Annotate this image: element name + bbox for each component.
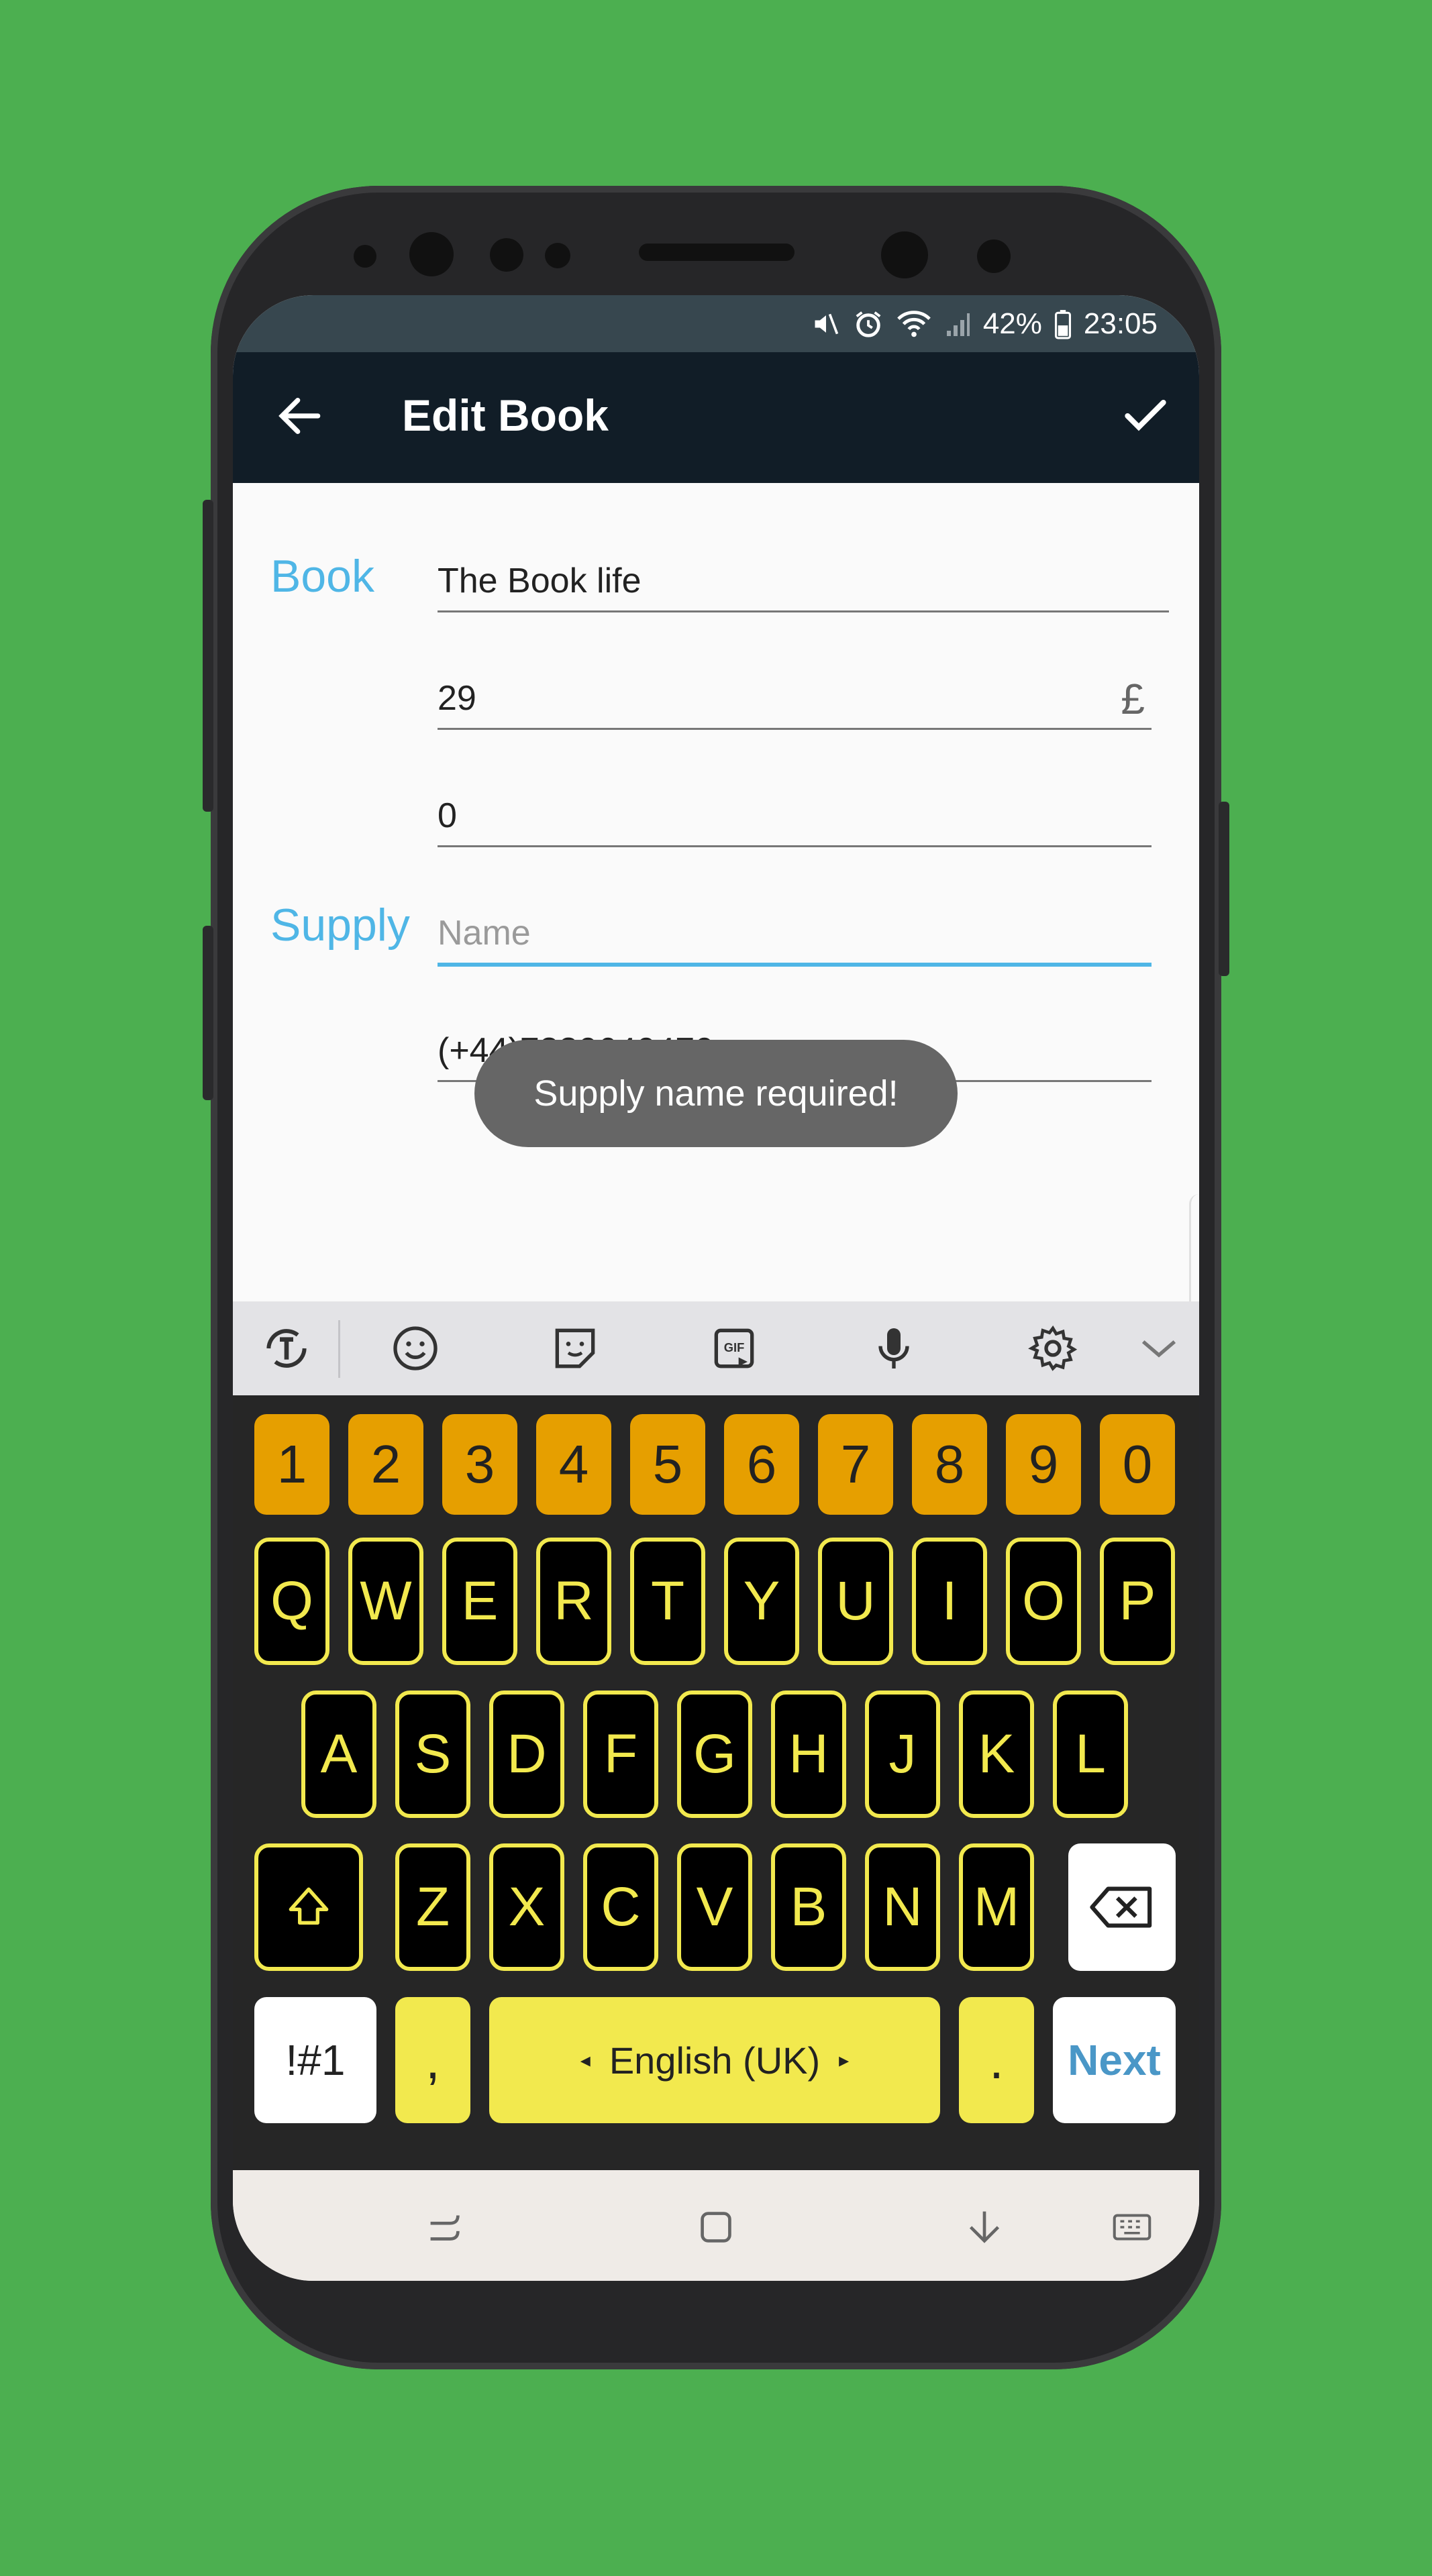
sensor-dot — [977, 239, 1011, 273]
key-p[interactable]: P — [1100, 1538, 1175, 1665]
key-n[interactable]: N — [865, 1843, 940, 1971]
keyboard-toolbar: GIF — [233, 1301, 1199, 1395]
key-6[interactable]: 6 — [724, 1414, 799, 1515]
supply-name-placeholder: Name — [438, 914, 531, 953]
toolbar-divider — [338, 1320, 340, 1378]
backspace-key[interactable] — [1068, 1843, 1176, 1971]
key-t[interactable]: T — [630, 1538, 705, 1665]
key-z[interactable]: Z — [395, 1843, 470, 1971]
key-k[interactable]: K — [959, 1690, 1034, 1818]
space-key-label: English (UK) — [609, 2039, 821, 2082]
key-s[interactable]: S — [395, 1690, 470, 1818]
backspace-icon — [1090, 1886, 1152, 1928]
book-name-value: The Book life — [438, 561, 642, 600]
book-name-field[interactable]: The Book life — [438, 537, 1169, 612]
key-l[interactable]: L — [1053, 1690, 1128, 1818]
home-icon[interactable] — [693, 2204, 739, 2251]
key-g[interactable]: G — [677, 1690, 752, 1818]
emoji-icon[interactable] — [389, 1322, 442, 1375]
svg-text:GIF: GIF — [724, 1340, 745, 1354]
key-9[interactable]: 9 — [1006, 1414, 1081, 1515]
key-a[interactable]: A — [301, 1690, 376, 1818]
key-i[interactable]: I — [912, 1538, 987, 1665]
key-0[interactable]: 0 — [1100, 1414, 1175, 1515]
key-f[interactable]: F — [583, 1690, 658, 1818]
page-title: Edit Book — [402, 390, 609, 440]
front-camera — [409, 232, 454, 276]
book-section-label: Book — [270, 551, 374, 602]
text-mode-icon[interactable] — [260, 1322, 313, 1375]
key-c[interactable]: C — [583, 1843, 658, 1971]
microphone-icon[interactable] — [867, 1322, 921, 1375]
key-d[interactable]: D — [489, 1690, 564, 1818]
shift-icon — [289, 1887, 329, 1925]
key-o[interactable]: O — [1006, 1538, 1081, 1665]
space-right-arrow-icon: ▸ — [839, 2049, 850, 2072]
settings-icon[interactable] — [1026, 1322, 1080, 1375]
battery-percent: 42% — [982, 307, 1042, 340]
supply-section-label: Supply — [270, 900, 410, 951]
supply-name-input[interactable]: Name — [438, 889, 1152, 967]
key-5[interactable]: 5 — [630, 1414, 705, 1515]
mute-icon — [811, 309, 841, 339]
key-7[interactable]: 7 — [818, 1414, 893, 1515]
wifi-icon — [896, 309, 932, 339]
key-2[interactable]: 2 — [348, 1414, 423, 1515]
key-1[interactable]: 1 — [254, 1414, 329, 1515]
key-8[interactable]: 8 — [912, 1414, 987, 1515]
key-e[interactable]: E — [442, 1538, 517, 1665]
comma-key[interactable]: , — [395, 1997, 470, 2123]
key-q[interactable]: Q — [254, 1538, 329, 1665]
sensor-dot — [354, 245, 376, 268]
key-b[interactable]: B — [771, 1843, 846, 1971]
key-3[interactable]: 3 — [442, 1414, 517, 1515]
price-field[interactable]: 29 £ — [438, 654, 1152, 730]
shift-key[interactable] — [254, 1843, 363, 1971]
checkmark-icon[interactable] — [1119, 389, 1172, 443]
key-4[interactable]: 4 — [536, 1414, 611, 1515]
space-key[interactable]: ◂ English (UK) ▸ — [489, 1997, 940, 2123]
space-left-arrow-icon: ◂ — [580, 2049, 591, 2072]
price-value: 29 — [438, 679, 476, 718]
toast-message: Supply name required! — [474, 1040, 958, 1147]
quantity-value: 0 — [438, 796, 457, 835]
battery-icon — [1054, 309, 1072, 339]
symbols-key[interactable]: !#1 — [254, 1997, 376, 2123]
key-y[interactable]: Y — [724, 1538, 799, 1665]
key-x[interactable]: X — [489, 1843, 564, 1971]
sensor-dot — [545, 243, 570, 268]
recent-apps-icon[interactable] — [421, 2204, 468, 2251]
collapse-chevron-icon[interactable] — [1132, 1322, 1186, 1375]
volume-up-button — [203, 500, 213, 812]
period-key[interactable]: . — [959, 1997, 1034, 2123]
next-key[interactable]: Next — [1053, 1997, 1176, 2123]
sensor-dot — [490, 238, 523, 272]
keyboard-switch-icon[interactable] — [1109, 2204, 1156, 2251]
screen: 42% 23:05 Edit Book Book The Book life 2… — [233, 295, 1199, 2281]
keyboard: 1 2 3 4 5 6 7 8 9 0 Q W E R T Y U I O P … — [233, 1395, 1199, 2170]
navigation-bar — [233, 2170, 1199, 2281]
quantity-field[interactable]: 0 — [438, 771, 1152, 847]
status-bar: 42% 23:05 — [233, 295, 1199, 352]
hide-keyboard-icon[interactable] — [961, 2204, 1008, 2251]
gif-icon[interactable]: GIF — [707, 1322, 761, 1375]
alarm-icon — [853, 309, 884, 339]
key-v[interactable]: V — [677, 1843, 752, 1971]
clock: 23:05 — [1083, 307, 1158, 340]
key-j[interactable]: J — [865, 1690, 940, 1818]
key-u[interactable]: U — [818, 1538, 893, 1665]
earpiece-speaker — [639, 244, 795, 261]
arrow-left-icon[interactable] — [273, 389, 327, 443]
key-h[interactable]: H — [771, 1690, 846, 1818]
app-bar: Edit Book — [233, 352, 1199, 483]
signal-icon — [944, 309, 971, 339]
iris-camera — [881, 231, 928, 278]
currency-symbol: £ — [1121, 675, 1145, 723]
volume-down-button — [203, 926, 213, 1100]
power-button — [1219, 802, 1229, 976]
key-m[interactable]: M — [959, 1843, 1034, 1971]
key-r[interactable]: R — [536, 1538, 611, 1665]
sticker-icon[interactable] — [548, 1322, 602, 1375]
key-w[interactable]: W — [348, 1538, 423, 1665]
